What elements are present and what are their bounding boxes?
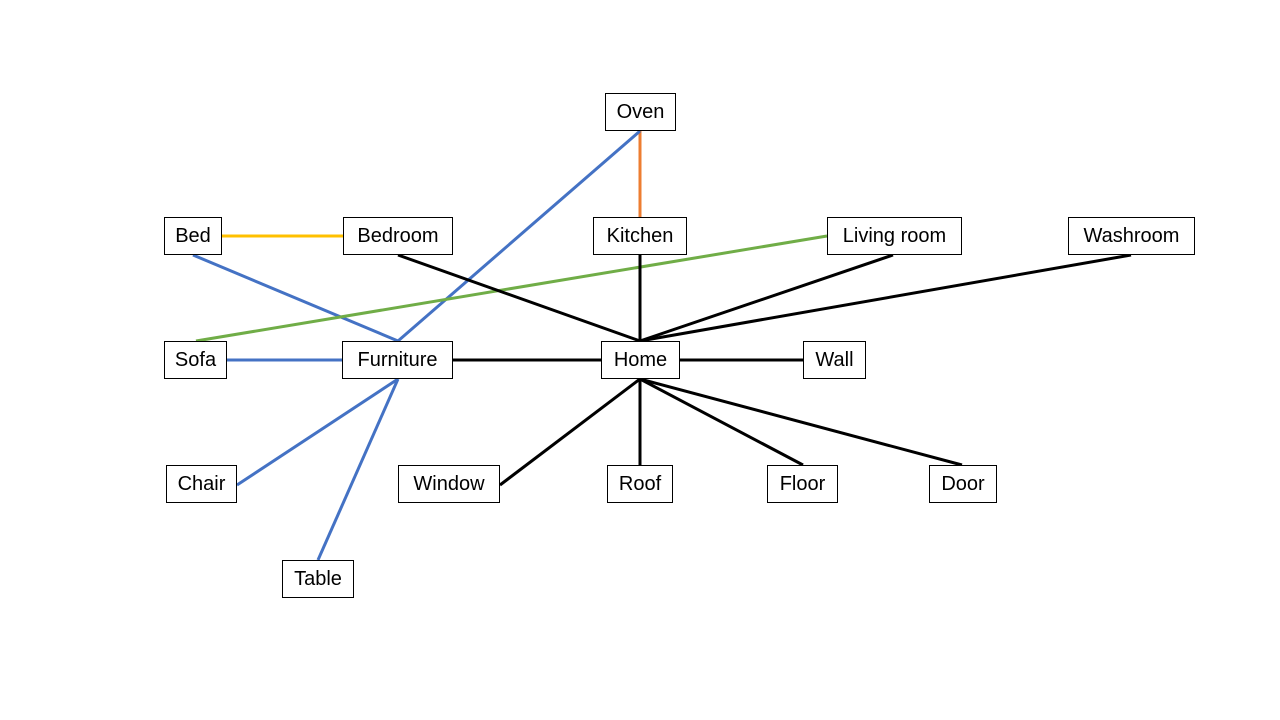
- node-roof: Roof: [607, 465, 673, 503]
- node-washroom: Washroom: [1068, 217, 1195, 255]
- node-door: Door: [929, 465, 997, 503]
- node-livingroom: Living room: [827, 217, 962, 255]
- node-oven: Oven: [605, 93, 676, 131]
- edge-home-floor: [639, 377, 804, 467]
- node-table: Table: [282, 560, 354, 598]
- node-kitchen: Kitchen: [593, 217, 687, 255]
- edge-bed-furniture: [192, 253, 399, 343]
- node-sofa: Sofa: [164, 341, 227, 379]
- node-window: Window: [398, 465, 500, 503]
- edge-home-door: [639, 377, 963, 467]
- node-home: Home: [601, 341, 680, 379]
- node-floor: Floor: [767, 465, 838, 503]
- edge-washroom-home: [639, 253, 1132, 343]
- node-chair: Chair: [166, 465, 237, 503]
- edge-bedroom-home: [397, 253, 641, 343]
- node-bed: Bed: [164, 217, 222, 255]
- node-furniture: Furniture: [342, 341, 453, 379]
- edge-livingroom-home: [639, 253, 894, 343]
- node-bedroom: Bedroom: [343, 217, 453, 255]
- node-wall: Wall: [803, 341, 866, 379]
